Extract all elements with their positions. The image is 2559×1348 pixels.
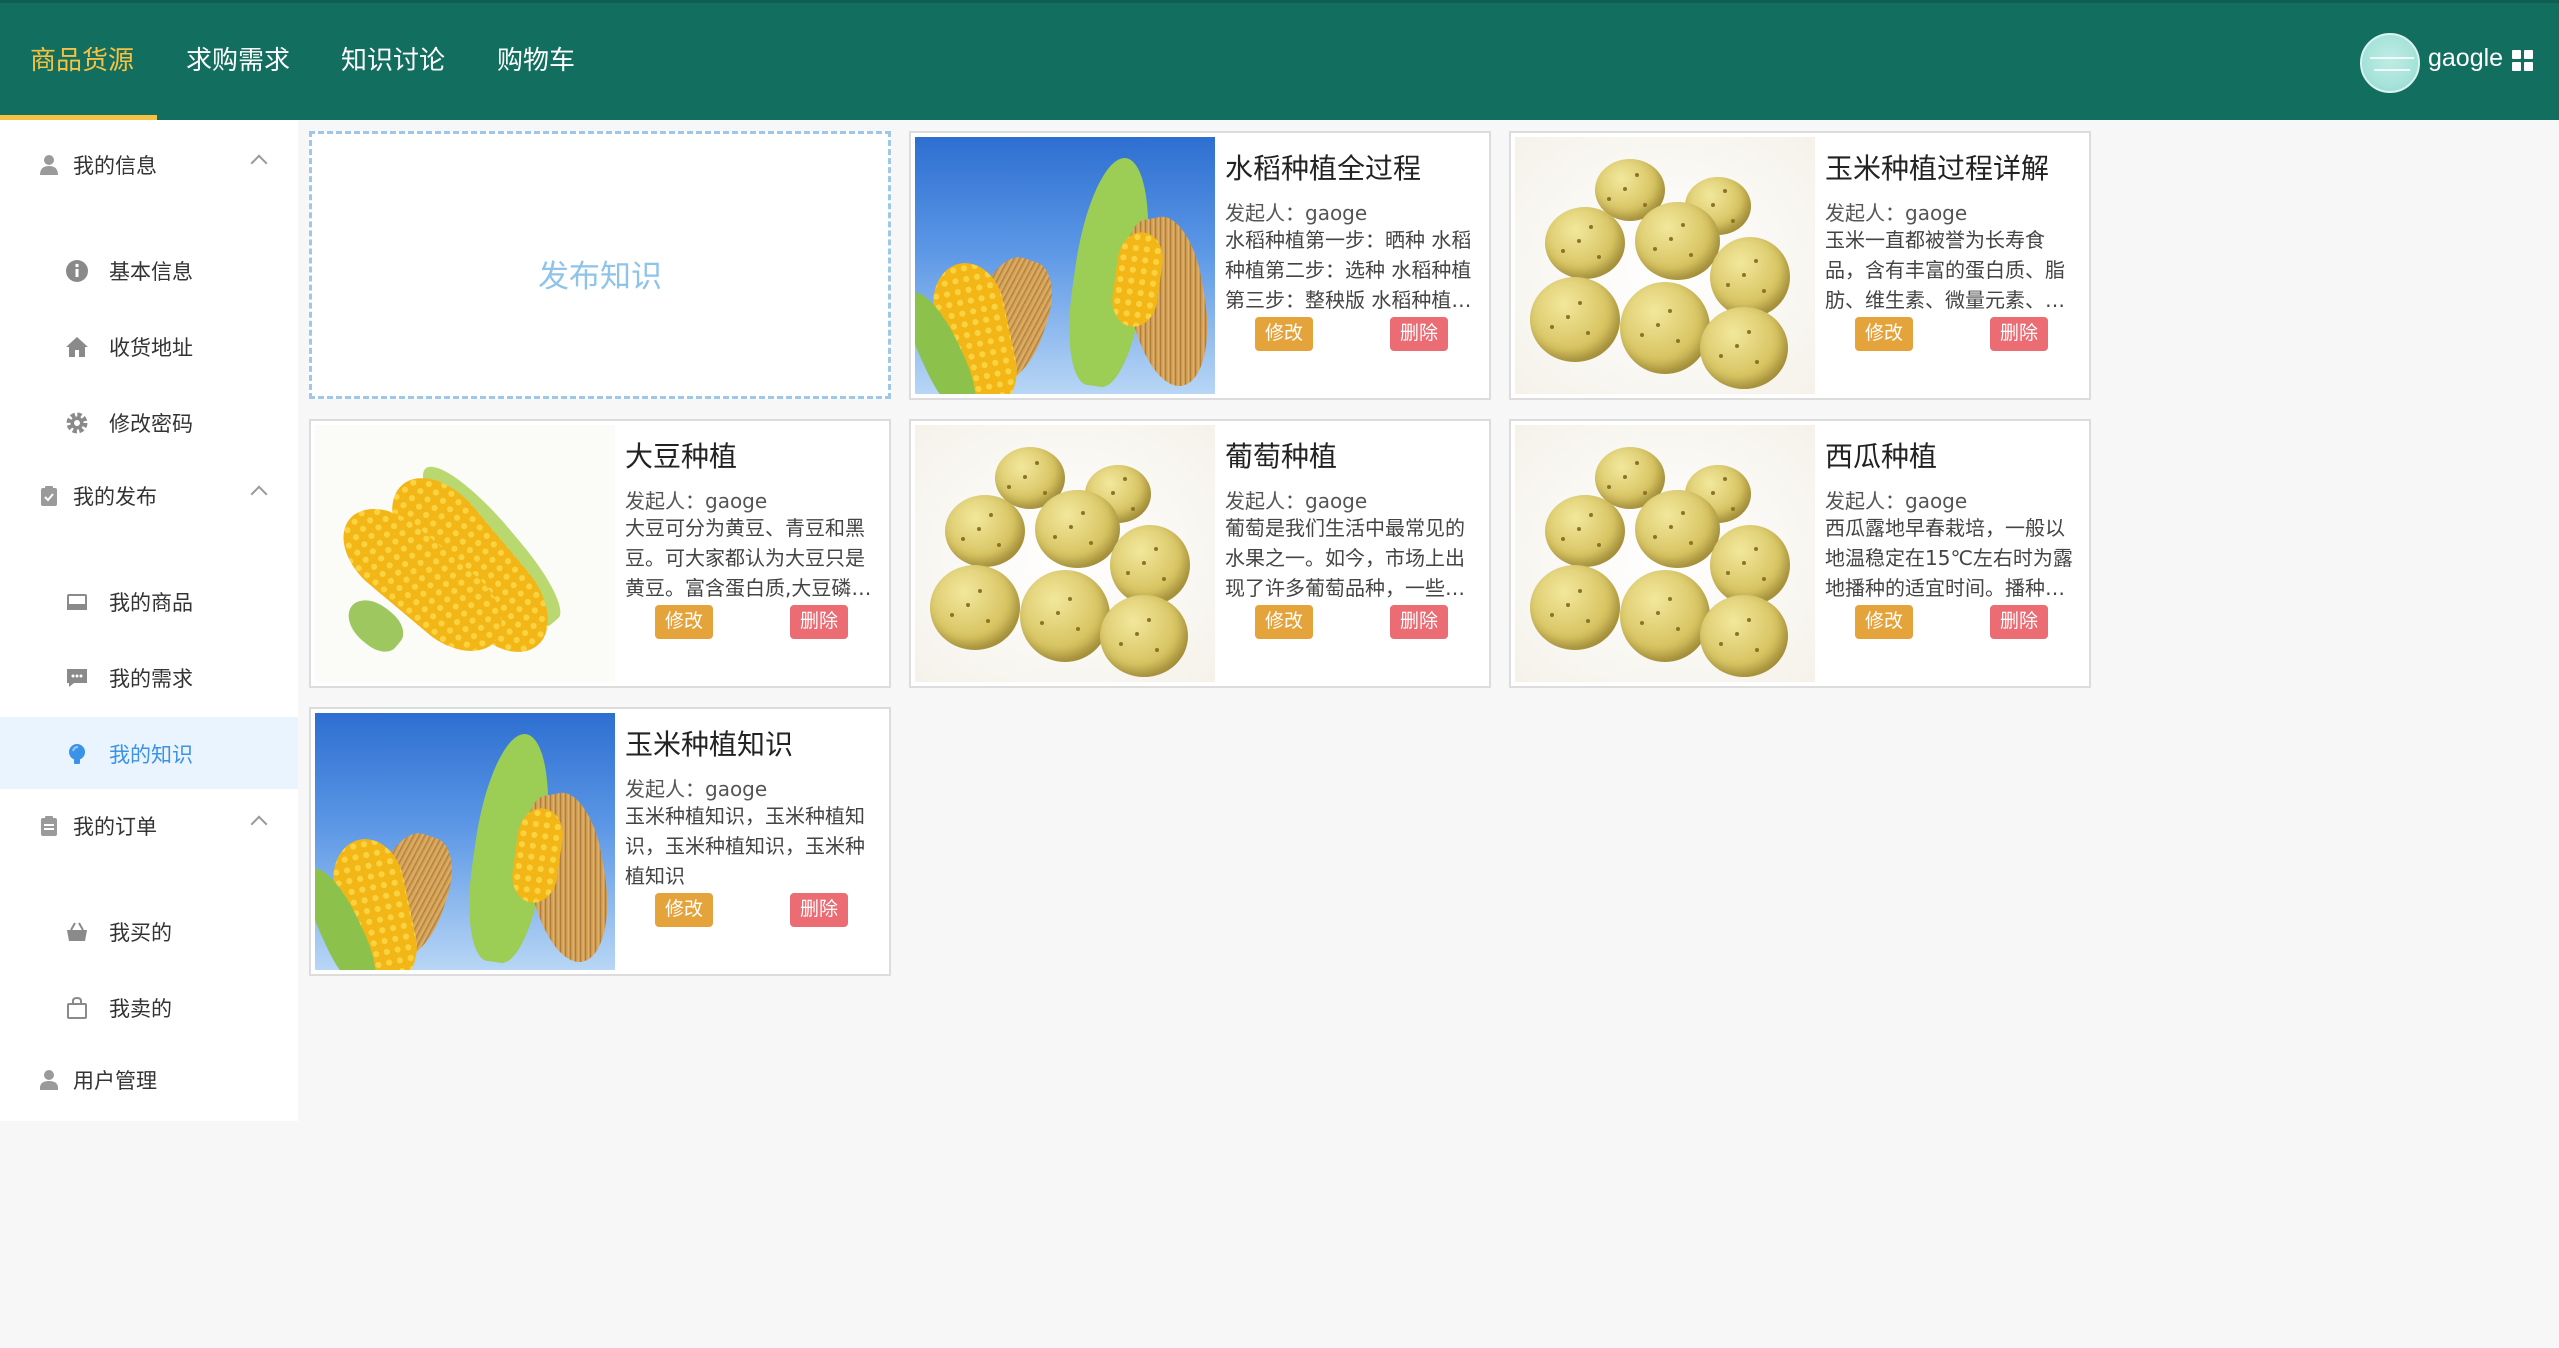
sidebar-group-label: 用户管理 (73, 1069, 157, 1093)
card-author: 发起人：gaoge (1825, 201, 1968, 225)
knowledge-card[interactable]: 大豆种植 发起人：gaoge 大豆可分为黄豆、青豆和黑豆。可大家都认为大豆只是黄… (309, 419, 891, 688)
publish-knowledge-button[interactable]: 发布知识 (309, 131, 891, 399)
bulb-icon (69, 744, 85, 764)
sidebar-item-shipping-address[interactable]: 收货地址 (0, 310, 298, 382)
knowledge-card[interactable]: 西瓜种植 发起人：gaoge 西瓜露地早春栽培，一般以地温稳定在15℃左右时为露… (1509, 419, 2091, 688)
home-icon (66, 337, 88, 357)
gear-icon (66, 412, 88, 434)
sidebar-item-label: 收货地址 (109, 336, 193, 360)
edit-button[interactable]: 修改 (1255, 605, 1313, 639)
card-title[interactable]: 水稻种植全过程 (1225, 147, 1421, 187)
basket-icon (67, 922, 87, 941)
user-manage-icon (40, 1070, 58, 1090)
card-title[interactable]: 玉米种植过程详解 (1825, 147, 2049, 187)
card-description: 玉米种植知识，玉米种植知识，玉米种植知识，玉米种植知识 (625, 804, 865, 888)
nav-item-cart[interactable]: 购物车 (497, 0, 575, 120)
edit-button[interactable]: 修改 (655, 893, 713, 927)
knowledge-thumbnail (1515, 137, 1815, 394)
sidebar-item-label: 我买的 (109, 921, 172, 945)
nav-item-knowledge-discussion[interactable]: 知识讨论 (341, 0, 445, 120)
clipboard-icon (41, 816, 57, 836)
card-description: 玉米一直都被誉为长寿食品，含有丰富的蛋白质、脂肪、维生素、微量元素、… (1825, 228, 2065, 312)
sidebar-group-user-management[interactable]: 用户管理 (0, 1045, 298, 1115)
delete-button[interactable]: 删除 (1990, 605, 2048, 639)
sidebar-item-label: 修改密码 (109, 412, 193, 436)
edit-button[interactable]: 修改 (1855, 605, 1913, 639)
clipboard-check-icon (41, 486, 57, 506)
sidebar-item-label: 我卖的 (109, 997, 172, 1021)
edit-button[interactable]: 修改 (1255, 317, 1313, 351)
sidebar-group-my-orders[interactable]: 我的订单 (0, 791, 298, 861)
knowledge-card[interactable]: 玉米种植过程详解 发起人：gaoge 玉米一直都被誉为长寿食品，含有丰富的蛋白质… (1509, 131, 2091, 400)
sidebar-item-basic-info[interactable]: 基本信息 (0, 234, 298, 306)
info-icon (66, 260, 88, 282)
apps-grid-icon[interactable] (2512, 50, 2534, 72)
nav-item-goods-supply[interactable]: 商品货源 (30, 0, 134, 120)
sidebar-group-my-info[interactable]: 我的信息 (0, 130, 298, 200)
knowledge-thumbnail (915, 425, 1215, 682)
sidebar-group-label: 我的订单 (73, 815, 157, 839)
card-author: 发起人：gaoge (1225, 489, 1368, 513)
sidebar-group-label: 我的信息 (73, 154, 157, 178)
card-title[interactable]: 大豆种植 (625, 435, 737, 475)
sidebar-item-my-demand[interactable]: 我的需求 (0, 641, 298, 713)
card-author: 发起人：gaoge (625, 777, 768, 801)
knowledge-thumbnail (315, 425, 615, 682)
sidebar-item-label: 基本信息 (109, 260, 193, 284)
card-description: 大豆可分为黄豆、青豆和黑豆。可大家都认为大豆只是黄豆。富含蛋白质,大豆磷… (625, 516, 872, 600)
inbox-icon (67, 594, 87, 610)
publish-knowledge-label: 发布知识 (538, 259, 662, 295)
delete-button[interactable]: 删除 (790, 605, 848, 639)
sidebar-item-label: 我的商品 (109, 591, 193, 615)
delete-button[interactable]: 删除 (1390, 317, 1448, 351)
card-description: 葡萄是我们生活中最常见的水果之一。如今，市场上出现了许多葡萄品种，一些… (1225, 516, 1465, 600)
knowledge-card[interactable]: 玉米种植知识 发起人：gaoge 玉米种植知识，玉米种植知识，玉米种植知识，玉米… (309, 707, 891, 976)
edit-button[interactable]: 修改 (655, 605, 713, 639)
user-icon (40, 155, 58, 175)
card-description: 西瓜露地早春栽培，一般以地温稳定在15℃左右时为露地播种的适宜时间。播种… (1825, 516, 2073, 600)
sidebar-item-change-password[interactable]: 修改密码 (0, 386, 298, 458)
chevron-up-icon (250, 815, 268, 833)
sidebar-item-sold[interactable]: 我卖的 (0, 971, 298, 1043)
card-title[interactable]: 西瓜种植 (1825, 435, 1937, 475)
knowledge-thumbnail (915, 137, 1215, 394)
card-title[interactable]: 玉米种植知识 (625, 723, 793, 763)
sidebar-item-my-knowledge[interactable]: 我的知识 (0, 717, 298, 789)
avatar[interactable] (2360, 33, 2420, 93)
knowledge-thumbnail (315, 713, 615, 970)
edit-button[interactable]: 修改 (1855, 317, 1913, 351)
delete-button[interactable]: 删除 (1990, 317, 2048, 351)
sidebar-item-my-goods[interactable]: 我的商品 (0, 565, 298, 637)
delete-button[interactable]: 删除 (1390, 605, 1448, 639)
nav-item-purchase-demand[interactable]: 求购需求 (186, 0, 290, 120)
sidebar-item-label: 我的需求 (109, 667, 193, 691)
sidebar-item-bought[interactable]: 我买的 (0, 895, 298, 967)
card-author: 发起人：gaoge (625, 489, 768, 513)
sidebar: 我的信息 基本信息 收货地址 修改密码 我的发布 我的商品 我的需求 我的知识 … (0, 120, 298, 1121)
delete-button[interactable]: 删除 (790, 893, 848, 927)
chevron-up-icon (250, 485, 268, 503)
card-description: 水稻种植第一步：晒种 水稻种植第二步：选种 水稻种植第三步：整秧版 水稻种植… (1225, 228, 1472, 312)
knowledge-thumbnail (1515, 425, 1815, 682)
sidebar-group-label: 我的发布 (73, 485, 157, 509)
knowledge-card[interactable]: 水稻种植全过程 发起人：gaoge 水稻种植第一步：晒种 水稻种植第二步：选种 … (909, 131, 1491, 400)
sidebar-group-my-publish[interactable]: 我的发布 (0, 461, 298, 531)
username-label[interactable]: gaogle (2428, 44, 2503, 73)
top-navbar: 商品货源 求购需求 知识讨论 购物车 gaogle (0, 0, 2559, 120)
card-author: 发起人：gaoge (1825, 489, 1968, 513)
card-author: 发起人：gaoge (1225, 201, 1368, 225)
knowledge-card[interactable]: 葡萄种植 发起人：gaoge 葡萄是我们生活中最常见的水果之一。如今，市场上出现… (909, 419, 1491, 688)
card-title[interactable]: 葡萄种植 (1225, 435, 1337, 475)
sidebar-item-label: 我的知识 (109, 743, 193, 767)
chat-icon (67, 669, 87, 687)
chevron-up-icon (250, 154, 268, 172)
bag-icon (67, 996, 87, 1019)
